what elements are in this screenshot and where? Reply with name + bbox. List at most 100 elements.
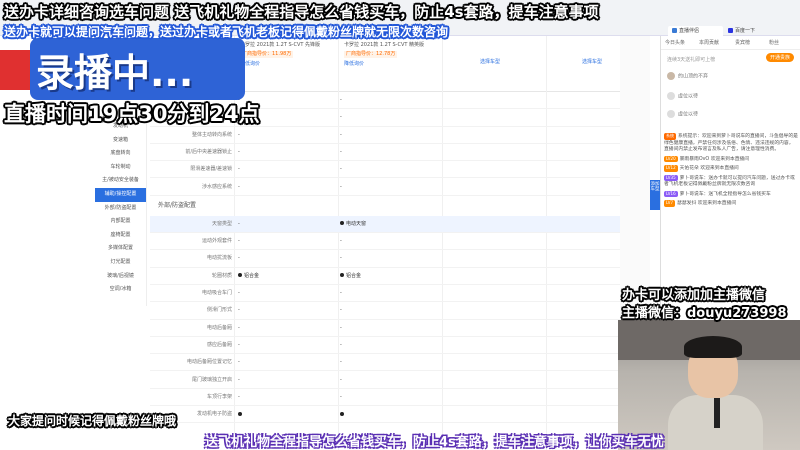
reminder-text: 大家提问时候记得佩戴粉丝牌哦 <box>8 414 177 428</box>
table-row: 侧滑门形式 - - <box>150 302 620 320</box>
level-badge: LV7 <box>664 200 676 207</box>
guide-price: 厂商指导价：12.78万 <box>344 51 398 58</box>
value-text: - <box>238 307 240 314</box>
inquiry-link[interactable]: 降低询价 <box>344 61 448 68</box>
microphone <box>714 398 720 428</box>
message-text: 暴雨暴雨OvO 欢迎来到本直播间 <box>679 156 750 162</box>
nav-item[interactable]: 主/被动安全装备 <box>95 174 146 188</box>
spec-label: 整体主动转向系统 <box>191 131 232 138</box>
spec-value: 电动天窗 <box>340 216 366 233</box>
value-text: - <box>238 290 240 296</box>
spec-label: 电动后备厢位置记忆 <box>186 359 232 366</box>
model-name: 卡罗拉 2021款 1.2T S-CVT 精英版 <box>344 42 425 48</box>
column-header-2: 卡罗拉 2021款 1.2T S-CVT 精英版 厂商指导价：12.78万 降低… <box>344 42 448 68</box>
spec-value: - <box>340 161 342 178</box>
value-text: - <box>238 148 240 155</box>
spec-value: - <box>340 354 342 371</box>
spec-value: - <box>238 161 240 178</box>
tab-favicon-icon <box>672 28 677 33</box>
spec-value: - <box>340 320 342 337</box>
table-row: 尾门玻璃独立开启 - - <box>150 372 620 389</box>
nav-item[interactable]: 多媒体配置 <box>95 242 146 256</box>
spec-value: - <box>340 337 342 354</box>
nav-item[interactable]: 变速箱 <box>95 134 146 148</box>
inquiry-link[interactable]: 降低询价 <box>240 61 344 68</box>
value-text: - <box>340 307 342 314</box>
spec-value: - <box>340 250 342 267</box>
spec-label: 电动扰流板 <box>206 255 232 262</box>
table-row: 发动机电子防盗 <box>150 406 620 424</box>
chat-message: 系统 系统提示：欢迎来到萝卜哥说车的直播间，斗鱼倡导的是绿色健康直播，严禁任何涉及… <box>661 132 800 155</box>
rank-name: 虚位以待 <box>678 111 699 118</box>
spec-value: - <box>238 337 240 354</box>
nav-item[interactable]: 空调/冰箱 <box>95 283 146 297</box>
level-badge: LV35 <box>664 174 678 181</box>
guide-price: 厂商指导价：11.98万 <box>240 51 294 58</box>
spec-value: - <box>340 144 342 161</box>
browser-tab[interactable]: 百度一下 <box>724 26 774 36</box>
spec-value: - <box>238 354 240 371</box>
add-model-tab[interactable]: 添加车型 <box>650 180 660 210</box>
tab-week[interactable]: 本周贡献 <box>699 39 719 46</box>
table-row: 电动吸合车门 - - <box>150 285 620 303</box>
message-text: 天佑花朵 欢迎来到本直播间 <box>679 166 739 171</box>
table-row: 电动后备厢 - - <box>150 320 620 337</box>
spec-label: 车顶行李架 <box>206 393 232 400</box>
tab-today[interactable]: 今日头条 <box>665 39 685 46</box>
value-text: - <box>238 255 240 262</box>
nav-item[interactable]: 内部配置 <box>95 215 146 229</box>
nav-item[interactable]: 座椅配置 <box>95 229 146 243</box>
nav-item[interactable]: 玻璃/后视镜 <box>95 270 146 284</box>
select-model-link[interactable]: 选择车型 <box>480 58 500 65</box>
spec-value: 铝合金 <box>238 268 259 285</box>
avatar <box>667 110 675 118</box>
standard-dot-icon <box>238 273 242 278</box>
nav-item[interactable]: 车轮制动 <box>95 161 146 175</box>
select-model-link[interactable]: 选择车型 <box>582 58 602 65</box>
table-row: 电动扰流板 - - <box>150 250 620 268</box>
value-text: - <box>238 238 240 245</box>
spec-value: - <box>238 389 240 406</box>
value-text: - <box>340 238 342 245</box>
spec-label: 运动外观套件 <box>201 238 232 245</box>
spec-value: - <box>238 320 240 337</box>
tab-vip[interactable]: 贵宾榜 <box>735 39 750 46</box>
level-badge: LV20 <box>664 155 678 162</box>
table-row: 限滑差速器/差速锁 - - <box>150 161 620 179</box>
spec-label: 电动后备厢 <box>206 324 232 331</box>
spec-value: - <box>238 372 240 389</box>
standard-dot-icon <box>238 411 242 416</box>
spec-value: - <box>238 216 240 233</box>
spec-value: 铝合金 <box>340 268 361 285</box>
value-text: 铝合金 <box>244 272 260 279</box>
spec-value: - <box>340 233 342 250</box>
schedule-text: 直播时间19点30分到24点 <box>4 102 260 126</box>
spec-value: - <box>238 179 240 196</box>
value-text: - <box>340 166 342 173</box>
value-text: - <box>238 376 240 383</box>
spec-value: - <box>340 372 342 389</box>
nav-item[interactable]: 外部/防盗配置 <box>95 202 146 216</box>
spec-value: - <box>340 109 342 126</box>
wechat-note: 办卡可以添加加主播微信 <box>622 288 766 303</box>
table-row: 涉水感应系统 - - <box>150 179 620 196</box>
value-text: 铝合金 <box>346 272 362 279</box>
tab-label: 百度一下 <box>735 28 756 34</box>
screen: 直播伴侣 百度一下 卡罗拉 2021款 1.2T S-CVT 先锋版 厂商指导价… <box>0 0 800 450</box>
nav-item[interactable]: 底盘转向 <box>95 147 146 161</box>
nav-item[interactable]: 辅助/操控配置 <box>95 187 146 202</box>
nav-item[interactable]: 灯光配置 <box>95 256 146 270</box>
browser-tab[interactable]: 直播伴侣 <box>668 26 723 36</box>
spec-label: 感应后备厢 <box>206 341 232 348</box>
tab-fans[interactable]: 粉丝 <box>769 39 779 46</box>
spec-label: 轮圈材质 <box>211 272 232 279</box>
table-row: 前/后中央差速器锁止 - - <box>150 144 620 162</box>
spec-label: 电动吸合车门 <box>201 290 232 296</box>
table-row: 运动外观套件 - - <box>150 233 620 251</box>
table-row: 整体主动转向系统 - - <box>150 127 620 144</box>
spec-value: - <box>238 285 240 302</box>
spec-value: - <box>238 233 240 250</box>
tab-favicon-icon <box>728 28 733 33</box>
value-text: - <box>238 341 240 348</box>
value-text: - <box>340 183 342 190</box>
